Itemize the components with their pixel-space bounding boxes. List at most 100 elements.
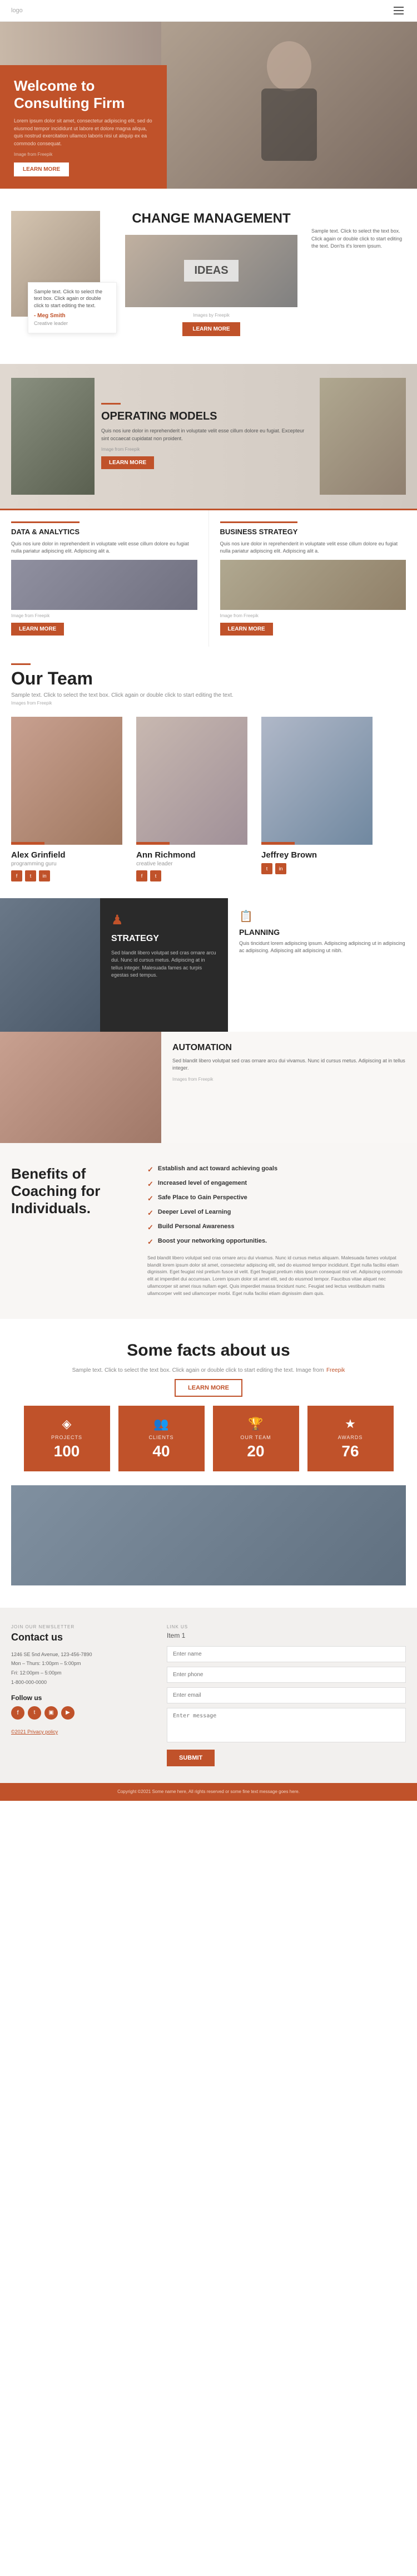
data-analytics-cta[interactable]: LEARN MORE — [11, 623, 64, 636]
ann-name: Ann Richmond — [136, 850, 253, 860]
follow-youtube-icon[interactable]: ▶ — [61, 1706, 75, 1720]
benefit-text-0: Establish and act toward achieving goals — [158, 1165, 277, 1172]
change-center-col: CHANGE MANAGEMENT IDEAS Images by Freepi… — [120, 211, 303, 336]
team-section: Our Team Sample text. Click to select th… — [0, 647, 417, 898]
strategy-icon: ♟ — [111, 912, 217, 928]
benefit-check-4: ✓ — [147, 1223, 153, 1232]
benefit-text-3: Deeper Level of Learning — [158, 1209, 231, 1215]
automation-section: AUTOMATION Sed blandit libero volutpat s… — [0, 1032, 417, 1143]
fact-card-awards: ★ AWARDS 76 — [307, 1406, 394, 1471]
operating-divider — [101, 403, 121, 405]
benefits-right: ✓ Establish and act toward achieving goa… — [147, 1165, 406, 1297]
alex-instagram-icon[interactable]: in — [39, 870, 50, 881]
menu-icon[interactable] — [391, 4, 406, 17]
alex-facebook-icon[interactable]: f — [11, 870, 22, 881]
planning-col: 📋 PLANNING Quis tincidunt lorem adipisci… — [228, 898, 417, 1032]
benefits-desc: Sed blandit libero volutpat sed cras orn… — [147, 1254, 406, 1297]
benefit-text-2: Safe Place to Gain Perspective — [158, 1194, 247, 1201]
alex-twitter-icon[interactable]: t — [25, 870, 36, 881]
change-ideas-image: IDEAS — [125, 235, 297, 307]
team-divider — [11, 663, 31, 665]
change-quote-box: Sample text. Click to select the text bo… — [28, 282, 117, 333]
benefits-left: Benefits of Coaching for Individuals. — [11, 1165, 133, 1297]
benefit-item-5: ✓ Boost your networking opportunities. — [147, 1238, 406, 1247]
facts-title: Some facts about us — [11, 1341, 406, 1360]
form-title: Item 1 — [167, 1632, 406, 1639]
jeffrey-photo — [261, 717, 373, 845]
team-grid: Alex Grinfield programming guru f t in A… — [11, 717, 406, 881]
ann-social: f t — [136, 870, 253, 881]
data-analytics-title: DATA & ANALYTICS — [11, 521, 80, 536]
alex-name: Alex Grinfield — [11, 850, 128, 860]
automation-text: Sed blandit libero volutpat sed cras orn… — [172, 1057, 406, 1072]
follow-facebook-icon[interactable]: f — [11, 1706, 24, 1720]
footer-text: Copyright ©2021 Some name here, All righ… — [11, 1789, 406, 1795]
hero-person-image — [161, 22, 417, 189]
change-right-text: Sample text. Click to select the text bo… — [311, 228, 406, 250]
fact-icon-team: 🏆 — [221, 1417, 291, 1431]
data-analytics-col: DATA & ANALYTICS Quis nos iure dolor in … — [0, 510, 209, 647]
ann-twitter-icon[interactable]: t — [150, 870, 161, 881]
facts-img-credit: Freepik — [326, 1367, 345, 1373]
follow-instagram-icon[interactable]: ▣ — [44, 1706, 58, 1720]
team-member-alex: Alex Grinfield programming guru f t in — [11, 717, 128, 881]
fact-card-clients: 👥 CLIENTS 40 — [118, 1406, 205, 1471]
submit-button[interactable]: SUBMIT — [167, 1750, 215, 1766]
team-desc: Sample text. Click to select the text bo… — [11, 692, 406, 698]
benefits-section: Benefits of Coaching for Individuals. ✓ … — [0, 1143, 417, 1319]
operating-text: Quis nos iure dolor in reprehenderit in … — [101, 427, 313, 442]
facts-stats-grid: ◈ PROJECTS 100 👥 CLIENTS 40 🏆 OUR TEAM 2… — [11, 1406, 406, 1471]
hero-section: Welcome to Consulting Firm Lorem ipsum d… — [0, 22, 417, 189]
contact-left-col: JOIN OUR NEWSLETTER Contact us 1246 SE 5… — [11, 1624, 167, 1766]
business-strategy-cta[interactable]: LEARN MORE — [220, 623, 273, 636]
change-quote-attribution: - Meg Smith Creative leader — [34, 312, 111, 327]
facts-desc: Sample text. Click to select the text bo… — [72, 1367, 324, 1373]
business-strategy-image — [220, 560, 406, 610]
benefit-item-3: ✓ Deeper Level of Learning — [147, 1209, 406, 1218]
follow-title: Follow us — [11, 1694, 150, 1702]
hero-cta-button[interactable]: LEARN MORE — [14, 162, 69, 176]
form-name-input[interactable] — [167, 1646, 406, 1662]
form-phone-input[interactable] — [167, 1667, 406, 1683]
contact-title: Contact us — [11, 1632, 150, 1643]
facts-section: Some facts about us Sample text. Click t… — [0, 1319, 417, 1608]
ann-role: creative leader — [136, 861, 253, 867]
hero-text: Lorem ipsum dolor sit amet, consectetur … — [14, 117, 153, 147]
hero-img-credit: Image from Freepik — [14, 152, 153, 157]
change-right-col: Sample text. Click to select the text bo… — [311, 211, 406, 250]
change-cta-button[interactable]: LEARN MORE — [182, 322, 240, 336]
contact-address: 1246 SE 5nd Avenue, 123-456-7890 Mon – T… — [11, 1650, 150, 1677]
automation-title: AUTOMATION — [172, 1043, 406, 1053]
benefit-check-2: ✓ — [147, 1194, 153, 1203]
form-email-input[interactable] — [167, 1687, 406, 1703]
hero-content: Welcome to Consulting Firm Lorem ipsum d… — [0, 65, 167, 189]
change-left-col: Sample text. Click to select the text bo… — [11, 211, 111, 317]
fact-icon-awards: ★ — [316, 1417, 385, 1431]
fact-card-team: 🏆 OUR TEAM 20 — [213, 1406, 299, 1471]
operating-bg: OPERATING MODELS Quis nos iure dolor in … — [0, 364, 417, 509]
facts-cta-button[interactable]: LEARN MORE — [175, 1379, 242, 1397]
fact-number-team: 20 — [221, 1442, 291, 1460]
team-member-jeffrey: Jeffrey Brown t in — [261, 717, 378, 881]
header: logo — [0, 0, 417, 22]
follow-twitter-icon[interactable]: t — [28, 1706, 41, 1720]
privacy-policy-link[interactable]: ©2021 Privacy policy — [11, 1729, 58, 1735]
planning-text: Quis tincidunt lorem adipiscing ipsum. A… — [239, 940, 406, 955]
business-strategy-title: BUSINESS STRATEGY — [220, 521, 298, 536]
link-us-label: LINK US — [167, 1624, 406, 1629]
jeffrey-instagram-icon[interactable]: in — [275, 863, 286, 874]
strategy-title: STRATEGY — [111, 934, 217, 944]
ann-photo — [136, 717, 247, 845]
benefit-item-2: ✓ Safe Place to Gain Perspective — [147, 1194, 406, 1203]
automation-img-credit: Images from Freepik — [172, 1077, 406, 1082]
form-message-input[interactable] — [167, 1708, 406, 1742]
contact-section: JOIN OUR NEWSLETTER Contact us 1246 SE 5… — [0, 1608, 417, 1783]
ann-facebook-icon[interactable]: f — [136, 870, 147, 881]
fact-number-projects: 100 — [32, 1442, 102, 1460]
change-title: CHANGE MANAGEMENT — [125, 211, 297, 227]
fact-number-awards: 76 — [316, 1442, 385, 1460]
change-quote-role: Creative leader — [34, 321, 68, 326]
facts-team-image — [11, 1485, 406, 1585]
jeffrey-twitter-icon[interactable]: t — [261, 863, 272, 874]
operating-cta-button[interactable]: LEARN MORE — [101, 456, 154, 469]
